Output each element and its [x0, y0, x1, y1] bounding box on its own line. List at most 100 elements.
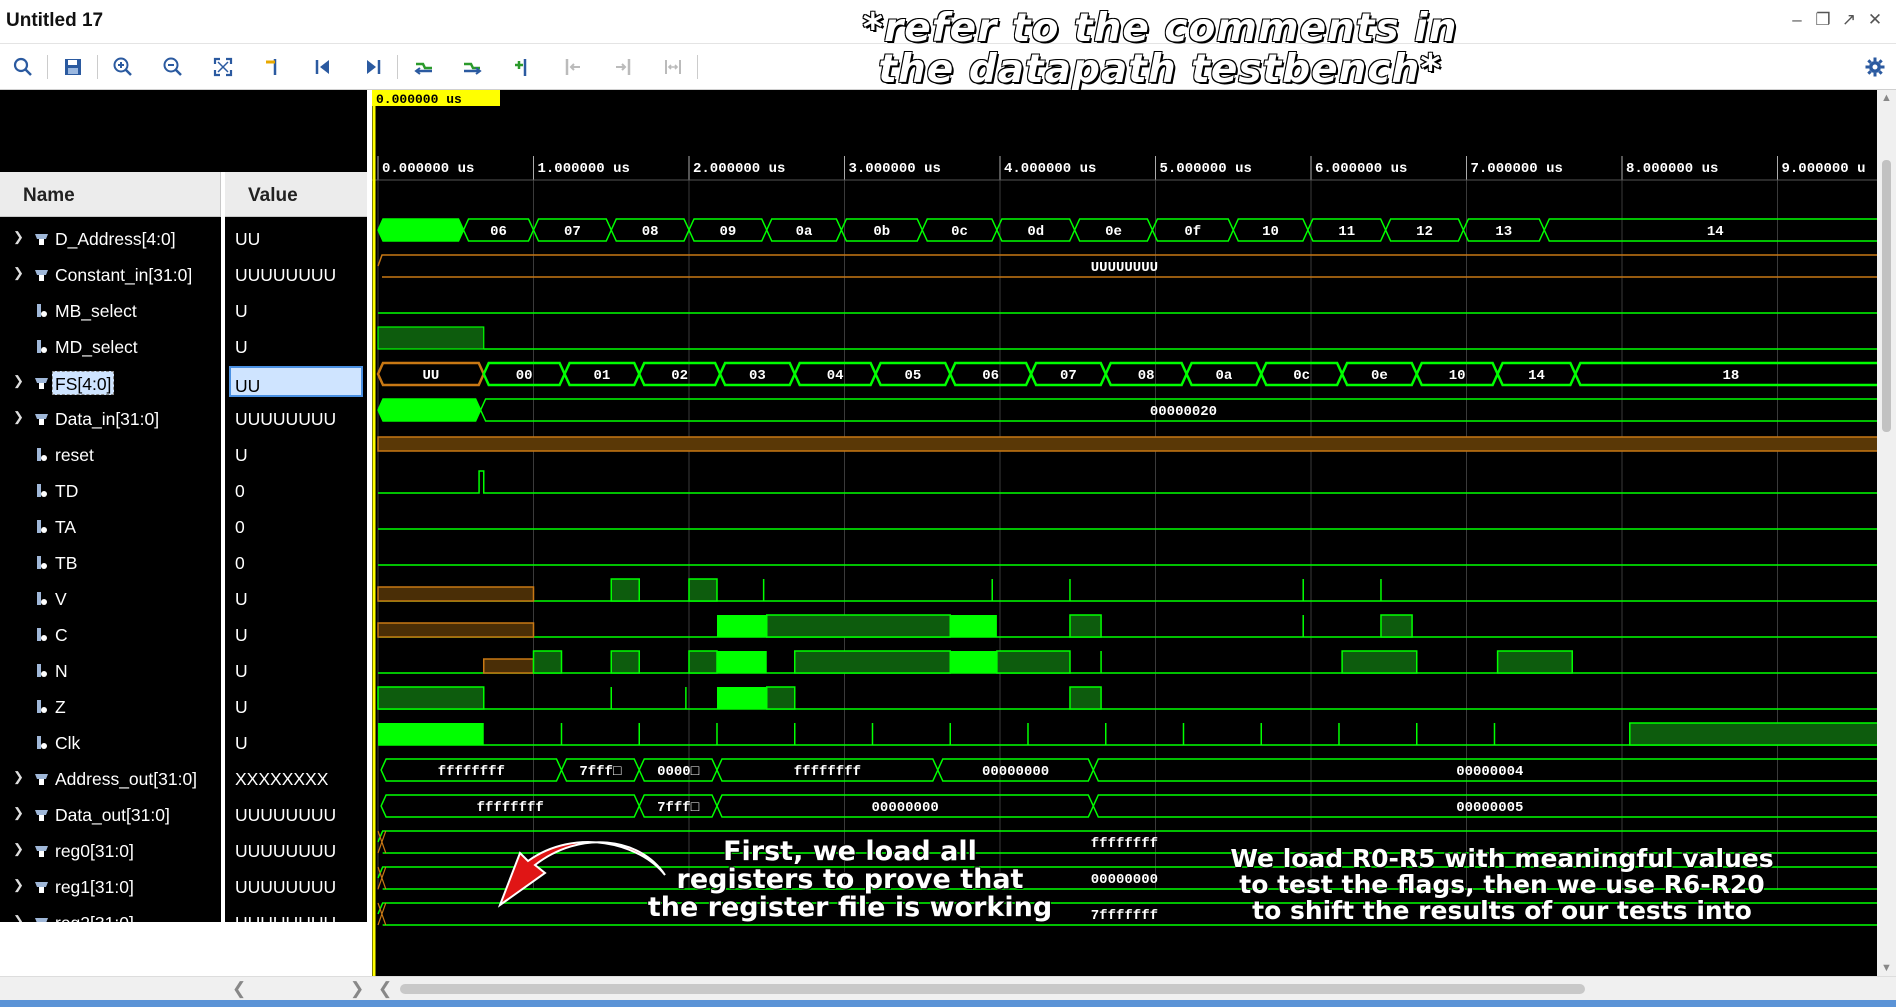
- expand-chevron-icon[interactable]: ❯: [13, 913, 25, 922]
- chevron-left-icon[interactable]: ❮: [378, 979, 392, 999]
- vertical-scrollbar[interactable]: ▲ ▼: [1877, 90, 1896, 976]
- search-icon[interactable]: [6, 51, 40, 83]
- expand-chevron-icon[interactable]: ❯: [13, 373, 25, 389]
- signal-value[interactable]: U: [225, 329, 367, 365]
- signal-value-text: UUUUUUUU: [235, 913, 336, 922]
- chevron-right-icon[interactable]: ❯: [350, 979, 364, 999]
- signal-value[interactable]: UUUUUUUU: [225, 833, 367, 869]
- bus-signal-icon: [35, 270, 48, 281]
- expand-chevron-icon[interactable]: ❯: [13, 805, 25, 821]
- minimize-icon[interactable]: –: [1786, 10, 1808, 30]
- signal-row[interactable]: Clk: [0, 725, 221, 761]
- signal-value[interactable]: UU: [225, 221, 367, 257]
- signal-row[interactable]: TA: [0, 509, 221, 545]
- bit-signal-icon: [37, 592, 47, 605]
- expand-chevron-icon[interactable]: ❯: [13, 229, 25, 245]
- horizontal-scroll-thumb[interactable]: [400, 984, 1585, 994]
- signal-value[interactable]: U: [225, 293, 367, 329]
- signal-row[interactable]: ❯ reg0[31:0]: [0, 833, 221, 869]
- signal-value[interactable]: UUUUUUUU: [225, 401, 367, 437]
- add-marker-icon[interactable]: [506, 51, 540, 83]
- expand-chevron-icon[interactable]: ❯: [13, 877, 25, 893]
- signal-row[interactable]: TD: [0, 473, 221, 509]
- bus-value-label: 06: [982, 368, 999, 384]
- signal-row[interactable]: C: [0, 617, 221, 653]
- signal-value[interactable]: XXXXXXXX: [225, 761, 367, 797]
- signal-value[interactable]: U: [225, 689, 367, 725]
- expand-chevron-icon[interactable]: ❯: [13, 409, 25, 425]
- name-column-header[interactable]: Name: [0, 172, 221, 217]
- status-strip: [0, 1000, 1896, 1007]
- next-transition-icon[interactable]: [456, 51, 490, 83]
- bus-value-label: 00000004: [1456, 764, 1523, 780]
- signal-value[interactable]: UU: [229, 366, 363, 397]
- signal-row[interactable]: ❯ reg1[31:0]: [0, 869, 221, 905]
- signal-row[interactable]: Z: [0, 689, 221, 725]
- signal-value[interactable]: U: [225, 725, 367, 761]
- signal-name: reg0[31:0]: [55, 841, 134, 861]
- expand-chevron-icon[interactable]: ❯: [13, 769, 25, 785]
- expand-chevron-icon[interactable]: ❯: [13, 841, 25, 857]
- maximize-icon[interactable]: ↗: [1838, 10, 1860, 30]
- close-icon[interactable]: ✕: [1864, 10, 1886, 30]
- chevron-left-icon[interactable]: ❮: [232, 979, 246, 999]
- signal-row[interactable]: ❯ reg2[31:0]: [0, 905, 221, 922]
- bus-value-label: 7fff□: [579, 764, 622, 780]
- signal-value-text: U: [235, 589, 248, 609]
- swap-cursors-icon[interactable]: [656, 51, 690, 83]
- signal-value[interactable]: U: [225, 581, 367, 617]
- signal-row[interactable]: ❯ Address_out[31:0]: [0, 761, 221, 797]
- signal-value[interactable]: 0: [225, 473, 367, 509]
- signal-value[interactable]: U: [225, 437, 367, 473]
- value-column-header[interactable]: Value: [225, 172, 367, 217]
- signal-value[interactable]: 0: [225, 509, 367, 545]
- previous-transition-icon[interactable]: [406, 51, 440, 83]
- go-to-start-icon[interactable]: [306, 51, 340, 83]
- signal-row[interactable]: MB_select: [0, 293, 221, 329]
- signal-row[interactable]: ❯ Data_in[31:0]: [0, 401, 221, 437]
- bit-signal-icon: [37, 700, 47, 713]
- save-icon[interactable]: [56, 51, 90, 83]
- previous-marker-icon[interactable]: [556, 51, 590, 83]
- zoom-out-icon[interactable]: [156, 51, 190, 83]
- wave-segment: [688, 578, 718, 602]
- signal-row[interactable]: ❯ FS[4:0]: [0, 365, 221, 401]
- signal-value-text: U: [235, 697, 248, 717]
- signal-row[interactable]: V: [0, 581, 221, 617]
- wave-segment: [378, 723, 484, 745]
- bus-value-label: 7fffffff: [1091, 908, 1158, 924]
- signal-value[interactable]: UUUUUUUU: [225, 905, 367, 922]
- signal-name: reset: [55, 445, 94, 465]
- signal-value[interactable]: UUUUUUUU: [225, 869, 367, 905]
- signal-value[interactable]: 0: [225, 545, 367, 581]
- signal-row[interactable]: reset: [0, 437, 221, 473]
- signal-value[interactable]: UUUUUUUU: [225, 257, 367, 293]
- annotation-line: to shift the results of our tests into: [1252, 896, 1753, 925]
- window-title: Untitled 17: [6, 10, 104, 31]
- restore-icon[interactable]: ❐: [1812, 10, 1834, 30]
- bus-value-label: 14: [1707, 224, 1724, 240]
- signal-value-text: UU: [235, 229, 261, 249]
- go-to-end-icon[interactable]: [356, 51, 390, 83]
- bus-value-label: 0a: [796, 224, 813, 240]
- signal-row[interactable]: TB: [0, 545, 221, 581]
- go-to-cursor-icon[interactable]: [256, 51, 290, 83]
- signal-row[interactable]: ❯ D_Address[4:0]: [0, 221, 221, 257]
- next-marker-icon[interactable]: [606, 51, 640, 83]
- signal-row[interactable]: N: [0, 653, 221, 689]
- signal-row[interactable]: MD_select: [0, 329, 221, 365]
- gear-icon[interactable]: [1858, 51, 1892, 83]
- zoom-in-icon[interactable]: [106, 51, 140, 83]
- wave-segment: [1629, 722, 1877, 746]
- vertical-scroll-thumb[interactable]: [1882, 160, 1891, 432]
- signal-value[interactable]: U: [225, 653, 367, 689]
- signal-row[interactable]: ❯ Constant_in[31:0]: [0, 257, 221, 293]
- signal-value-text: XXXXXXXX: [235, 769, 329, 789]
- signal-value[interactable]: U: [225, 617, 367, 653]
- signal-value[interactable]: UUUUUUUU: [225, 797, 367, 833]
- signal-value-text: U: [235, 301, 248, 321]
- expand-chevron-icon[interactable]: ❯: [13, 265, 25, 281]
- signal-row[interactable]: ❯ Data_out[31:0]: [0, 797, 221, 833]
- horizontal-scrollbar[interactable]: ❮ ❯ ❮: [0, 976, 1896, 1000]
- zoom-fit-icon[interactable]: [206, 51, 240, 83]
